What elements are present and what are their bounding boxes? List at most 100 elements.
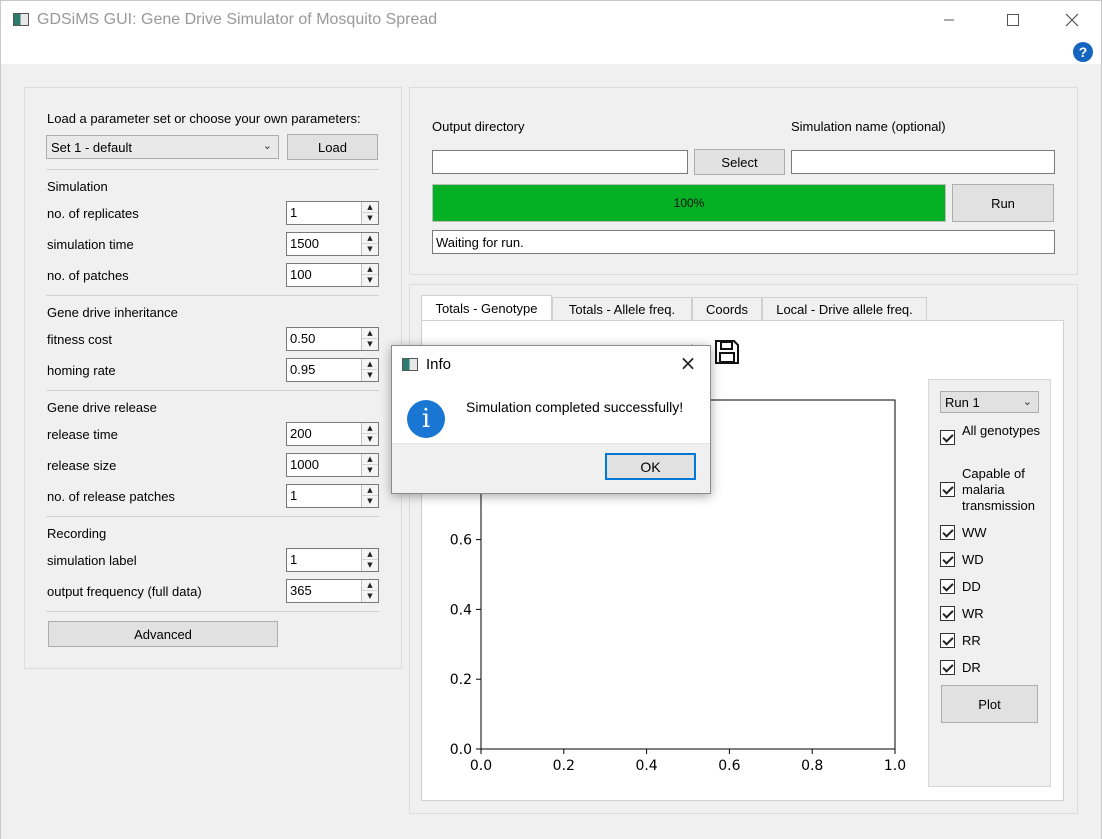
release-patches-spinbox[interactable]: 1 ▲ ▼: [286, 484, 379, 508]
spin-arrows[interactable]: ▲ ▼: [361, 454, 378, 476]
dialog-message: Simulation completed successfully!: [466, 399, 684, 415]
inheritance-heading: Gene drive inheritance: [47, 305, 178, 320]
dialog-close-icon[interactable]: ×: [674, 352, 702, 376]
run-button[interactable]: Run: [952, 184, 1054, 222]
parameter-set-value: Set 1 - default: [51, 139, 132, 155]
homing-rate-label: homing rate: [47, 363, 116, 378]
spin-up-icon[interactable]: ▲: [362, 454, 378, 465]
spin-arrows[interactable]: ▲ ▼: [361, 580, 378, 602]
spin-arrows[interactable]: ▲ ▼: [361, 264, 378, 286]
simulation-label-spinbox[interactable]: 1 ▲ ▼: [286, 548, 379, 572]
release-time-value: 200: [290, 426, 312, 441]
output-directory-input[interactable]: [432, 150, 688, 174]
patches-label: no. of patches: [47, 268, 129, 283]
fitness-cost-label: fitness cost: [47, 332, 113, 347]
checkbox-dr[interactable]: [940, 660, 955, 675]
spin-arrows[interactable]: ▲ ▼: [361, 485, 378, 507]
output-directory-label: Output directory: [432, 119, 525, 134]
simulation-time-label: simulation time: [47, 237, 134, 252]
spin-arrows[interactable]: ▲ ▼: [361, 202, 378, 224]
fitness-cost-spinbox[interactable]: 0.50 ▲ ▼: [286, 327, 379, 351]
release-heading: Gene drive release: [47, 400, 157, 415]
checkbox-label: WD: [962, 552, 984, 567]
spin-up-icon[interactable]: ▲: [362, 202, 378, 213]
checkbox-malaria-transmission[interactable]: [940, 482, 955, 497]
replicates-label: no. of replicates: [47, 206, 139, 221]
checkbox-label: DD: [962, 579, 981, 594]
homing-rate-spinbox[interactable]: 0.95 ▲ ▼: [286, 358, 379, 382]
checkbox-dd[interactable]: [940, 579, 955, 594]
spin-up-icon[interactable]: ▲: [362, 485, 378, 496]
progress-bar: 100%: [432, 184, 946, 222]
minimize-button[interactable]: [926, 7, 972, 33]
tab-coords[interactable]: Coords: [692, 297, 762, 321]
divider: [46, 295, 379, 296]
spin-up-icon[interactable]: ▲: [362, 580, 378, 591]
release-patches-label: no. of release patches: [47, 489, 175, 504]
run-select[interactable]: Run 1 ⌄: [940, 391, 1039, 413]
spin-down-icon[interactable]: ▼: [362, 370, 378, 381]
checkbox-ww[interactable]: [940, 525, 955, 540]
checkbox-label: Capable of malaria transmission: [962, 466, 1035, 513]
checkbox-rr[interactable]: [940, 633, 955, 648]
tab-local-drive-allele-freq[interactable]: Local - Drive allele freq.: [762, 297, 927, 321]
run-select-value: Run 1: [945, 394, 980, 410]
spin-down-icon[interactable]: ▼: [362, 560, 378, 571]
spin-up-icon[interactable]: ▲: [362, 359, 378, 370]
spin-down-icon[interactable]: ▼: [362, 244, 378, 255]
simulation-name-input[interactable]: [791, 150, 1055, 174]
spin-up-icon[interactable]: ▲: [362, 233, 378, 244]
spin-up-icon[interactable]: ▲: [362, 549, 378, 560]
simulation-label-label: simulation label: [47, 553, 137, 568]
select-button[interactable]: Select: [694, 149, 785, 175]
release-time-spinbox[interactable]: 200 ▲ ▼: [286, 422, 379, 446]
advanced-button[interactable]: Advanced: [48, 621, 278, 647]
x-tick-label: 0.2: [553, 758, 575, 774]
checkbox-wr[interactable]: [940, 606, 955, 621]
x-tick-label: 0.8: [801, 758, 823, 774]
spin-arrows[interactable]: ▲ ▼: [361, 359, 378, 381]
checkbox-label: WR: [962, 606, 984, 621]
spin-down-icon[interactable]: ▼: [362, 591, 378, 602]
replicates-spinbox[interactable]: 1 ▲ ▼: [286, 201, 379, 225]
spin-arrows[interactable]: ▲ ▼: [361, 328, 378, 350]
load-button[interactable]: Load: [287, 134, 378, 160]
spin-up-icon[interactable]: ▲: [362, 264, 378, 275]
spin-down-icon[interactable]: ▼: [362, 434, 378, 445]
patches-spinbox[interactable]: 100 ▲ ▼: [286, 263, 379, 287]
homing-rate-value: 0.95: [290, 362, 316, 377]
spin-arrows[interactable]: ▲ ▼: [361, 549, 378, 571]
close-button[interactable]: [1049, 7, 1095, 33]
spin-up-icon[interactable]: ▲: [362, 423, 378, 434]
checkbox-wd[interactable]: [940, 552, 955, 567]
maximize-button[interactable]: [990, 7, 1036, 33]
spin-down-icon[interactable]: ▼: [362, 213, 378, 224]
checkbox-label: DR: [962, 660, 981, 675]
spin-down-icon[interactable]: ▼: [362, 339, 378, 350]
replicates-value: 1: [290, 205, 298, 220]
spin-up-icon[interactable]: ▲: [362, 328, 378, 339]
y-tick-label: 0.0: [450, 742, 472, 758]
plot-button[interactable]: Plot: [941, 685, 1038, 723]
checkbox-all-genotypes[interactable]: [940, 430, 955, 445]
simulation-name-label: Simulation name (optional): [791, 119, 946, 134]
tab-totals-allele-freq[interactable]: Totals - Allele freq.: [552, 297, 692, 321]
save-icon[interactable]: [714, 339, 740, 365]
help-icon[interactable]: ?: [1073, 42, 1093, 62]
spin-arrows[interactable]: ▲ ▼: [361, 423, 378, 445]
spin-down-icon[interactable]: ▼: [362, 465, 378, 476]
simulation-time-spinbox[interactable]: 1500 ▲ ▼: [286, 232, 379, 256]
divider: [46, 516, 379, 517]
title-bar: GDSiMS GUI: Gene Drive Simulator of Mosq…: [0, 0, 1102, 64]
spin-down-icon[interactable]: ▼: [362, 275, 378, 286]
divider: [46, 611, 379, 612]
output-frequency-spinbox[interactable]: 365 ▲ ▼: [286, 579, 379, 603]
spin-down-icon[interactable]: ▼: [362, 496, 378, 507]
spin-arrows[interactable]: ▲ ▼: [361, 233, 378, 255]
release-patches-value: 1: [290, 488, 298, 503]
release-size-spinbox[interactable]: 1000 ▲ ▼: [286, 453, 379, 477]
ok-button[interactable]: OK: [605, 453, 696, 480]
parameter-set-select[interactable]: Set 1 - default ⌄: [46, 135, 279, 159]
y-tick-label: 0.6: [450, 533, 472, 549]
tab-totals-genotype[interactable]: Totals - Genotype: [421, 295, 552, 321]
